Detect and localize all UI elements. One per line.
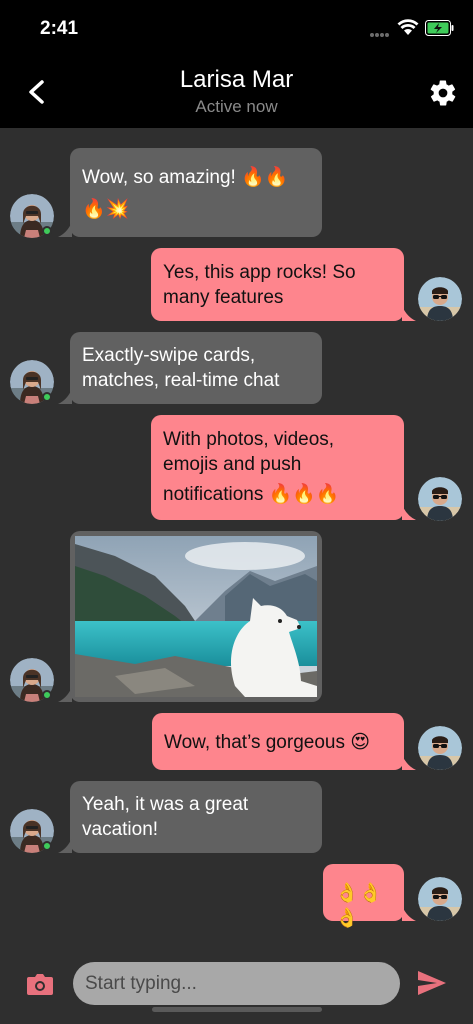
message-text: matches, real-time chat xyxy=(82,370,280,391)
message-text: With photos, videos, xyxy=(163,429,335,450)
message-input[interactable] xyxy=(73,962,400,1005)
message-bubble-outgoing[interactable]: 👌👌👌 xyxy=(323,864,404,929)
online-indicator xyxy=(42,690,52,700)
camera-icon[interactable] xyxy=(26,972,54,996)
gear-icon[interactable] xyxy=(428,78,458,108)
bubble-tail xyxy=(402,505,416,520)
message-text: many features xyxy=(163,287,284,308)
battery-charging-icon xyxy=(425,20,454,36)
message-bubble-incoming[interactable]: Yeah, it was a great vacation! xyxy=(70,781,322,853)
signal-icon xyxy=(370,24,392,37)
message-text: emojis and push xyxy=(163,454,302,475)
message-bubble-outgoing[interactable]: Yes, this app rocks! So many features xyxy=(151,248,404,321)
send-icon[interactable] xyxy=(417,970,447,996)
shared-photo[interactable] xyxy=(75,536,317,697)
avatar[interactable] xyxy=(418,877,462,921)
message-bubble-outgoing[interactable]: With photos, videos, emojis and push not… xyxy=(151,415,404,520)
bubble-tail xyxy=(58,687,72,702)
message-text: 👌👌👌 xyxy=(335,883,383,929)
contact-status: Active now xyxy=(195,97,278,116)
message-bubble-outgoing[interactable]: Wow, that’s gorgeous 😍 xyxy=(152,713,404,770)
online-indicator xyxy=(42,841,52,851)
message-text: vacation! xyxy=(82,819,159,840)
message-text: 🔥💥 xyxy=(82,199,130,220)
bubble-tail xyxy=(58,838,72,853)
bubble-tail xyxy=(402,755,416,770)
online-indicator xyxy=(42,226,52,236)
message-text: notifications 🔥🔥🔥 xyxy=(163,484,340,505)
chat-header: Larisa Mar Active now xyxy=(0,58,473,128)
composer-bar xyxy=(0,950,473,1024)
status-bar: 2:41 xyxy=(0,0,473,58)
avatar[interactable] xyxy=(418,277,462,321)
home-indicator xyxy=(152,1007,322,1012)
message-bubble-incoming[interactable]: Wow, so amazing! 🔥🔥 🔥💥 xyxy=(70,148,322,237)
avatar[interactable] xyxy=(418,477,462,521)
bubble-tail xyxy=(402,906,416,921)
bubble-tail xyxy=(58,389,72,404)
contact-name: Larisa Mar xyxy=(179,66,294,93)
message-bubble-incoming[interactable]: Exactly-swipe cards, matches, real-time … xyxy=(70,332,322,404)
bubble-tail xyxy=(58,222,72,237)
wifi-icon xyxy=(397,19,419,35)
online-indicator xyxy=(42,392,52,402)
message-text: Wow, so amazing! 🔥🔥 xyxy=(82,167,289,188)
message-text: Yeah, it was a great xyxy=(82,794,249,815)
message-text: Wow, that’s gorgeous 😍 xyxy=(164,732,371,753)
message-text: Yes, this app rocks! So xyxy=(163,262,356,283)
status-time: 2:41 xyxy=(40,18,79,39)
message-text: Exactly-swipe cards, xyxy=(82,345,256,366)
bubble-tail xyxy=(402,306,416,321)
avatar[interactable] xyxy=(418,726,462,770)
photo-message[interactable] xyxy=(70,531,322,702)
